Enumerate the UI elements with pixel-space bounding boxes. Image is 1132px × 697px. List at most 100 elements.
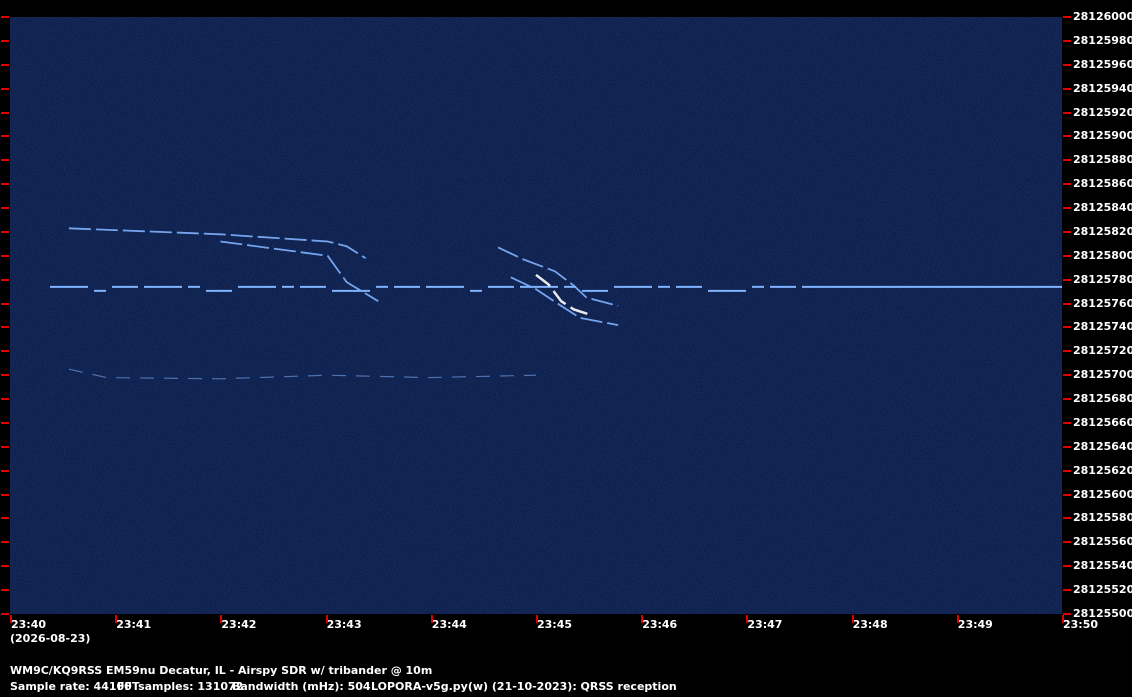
sample-rate-label: Sample rate: 44100 — [10, 680, 132, 693]
time-tick-mark — [956, 615, 959, 623]
frequency-tick-label: 28125840 — [1073, 201, 1132, 215]
time-tick-label: 23:44 — [431, 618, 467, 631]
frequency-tick-label: 28126000 — [1073, 10, 1132, 23]
frequency-tick-mark — [1, 374, 9, 377]
frequency-tick-mark — [1063, 278, 1071, 281]
frequency-tick-label: 28125520 — [1073, 583, 1132, 597]
time-tick-mark — [1062, 615, 1064, 623]
frequency-tick-mark — [1, 613, 9, 615]
frequency-tick-mark — [1063, 493, 1071, 496]
frequency-tick-mark — [1, 135, 9, 138]
time-tick-mark — [220, 615, 223, 623]
frequency-tick-mark — [1063, 517, 1071, 520]
frequency-tick-label: 28125540 — [1073, 559, 1132, 573]
frequency-tick-label: 28125920 — [1073, 105, 1132, 119]
frequency-tick-mark — [1063, 254, 1071, 257]
frequency-tick-mark — [1, 111, 9, 114]
time-tick-label: 23:43 — [326, 618, 362, 631]
frequency-tick-mark — [1, 87, 9, 90]
frequency-tick-label: 28125980 — [1073, 33, 1132, 47]
frequency-tick-label: 28125740 — [1073, 320, 1132, 334]
frequency-tick-label: 28125680 — [1073, 392, 1132, 406]
frequency-tick-mark — [1, 183, 9, 186]
time-tick-label: 23:48 — [852, 618, 888, 631]
time-tick-mark — [536, 615, 538, 623]
frequency-tick-mark — [1, 326, 9, 329]
frequency-tick-mark — [1063, 16, 1071, 18]
frequency-tick-mark — [1063, 374, 1071, 377]
frequency-tick-mark — [1063, 87, 1071, 90]
frequency-tick-mark — [1, 421, 9, 424]
frequency-tick-mark — [1, 302, 9, 305]
waterfall-svg — [10, 17, 1062, 614]
frequency-tick-mark — [1, 230, 9, 233]
time-tick-label: 23:49 — [957, 618, 993, 631]
frequency-tick-mark — [1063, 302, 1071, 305]
frequency-tick-mark — [1063, 613, 1071, 615]
frequency-tick-mark — [1, 541, 9, 544]
frequency-tick-mark — [1, 589, 9, 592]
time-tick-mark — [851, 615, 854, 623]
frequency-tick-mark — [1063, 398, 1071, 401]
time-tick-label: 23:45 — [537, 618, 573, 631]
time-tick-label: 23:40 — [11, 618, 47, 631]
frequency-tick-mark — [1063, 541, 1071, 544]
frequency-tick-label: 28125580 — [1073, 511, 1132, 525]
frequency-tick-mark — [1063, 230, 1071, 233]
frequency-tick-label: 28125800 — [1073, 248, 1132, 262]
frequency-tick-mark — [1063, 159, 1071, 162]
bandwidth-label: Bandwidth (mHz): 504 — [232, 680, 371, 693]
frequency-tick-label: 28125700 — [1073, 368, 1132, 382]
frequency-tick-mark — [1, 254, 9, 257]
frequency-tick-mark — [1, 39, 9, 42]
waterfall-noise — [10, 17, 1062, 614]
frequency-tick-label: 28125720 — [1073, 344, 1132, 358]
frequency-tick-mark — [1063, 183, 1071, 186]
frequency-tick-label: 28125880 — [1073, 153, 1132, 167]
waterfall-plot — [10, 17, 1062, 614]
frequency-tick-label: 28125560 — [1073, 535, 1132, 549]
frequency-tick-mark — [1063, 350, 1071, 353]
frequency-tick-label: 28125600 — [1073, 487, 1132, 501]
frequency-tick-mark — [1, 278, 9, 281]
frequency-tick-mark — [1, 350, 9, 353]
frequency-tick-mark — [1063, 445, 1071, 448]
fft-samples-label: FFTsamples: 131072 — [117, 680, 244, 693]
frequency-tick-mark — [1063, 207, 1071, 210]
frequency-tick-mark — [1, 207, 9, 210]
time-tick-mark — [746, 615, 749, 623]
frequency-tick-label: 28125780 — [1073, 272, 1132, 286]
time-tick-label: 23:41 — [116, 618, 152, 631]
frequency-tick-mark — [1063, 469, 1071, 472]
frequency-tick-mark — [1063, 63, 1071, 66]
frequency-tick-mark — [1, 63, 9, 66]
frequency-tick-label: 28125660 — [1073, 415, 1132, 429]
frequency-tick-mark — [1063, 135, 1071, 138]
station-title: WM9C/KQ9RSS EM59nu Decatur, IL - Airspy … — [10, 664, 433, 677]
frequency-tick-mark — [1063, 111, 1071, 114]
frequency-tick-label: 28125620 — [1073, 463, 1132, 477]
time-tick-mark — [430, 615, 433, 623]
frequency-tick-label: 28125860 — [1073, 177, 1132, 191]
frequency-tick-mark — [1, 16, 9, 18]
frequency-tick-mark — [1, 517, 9, 520]
time-tick-label: 23:50 — [1063, 618, 1099, 631]
time-tick-mark — [115, 615, 118, 623]
frequency-tick-mark — [1, 445, 9, 448]
date-label: (2026-08-23) — [10, 632, 91, 645]
frequency-tick-label: 28125760 — [1073, 296, 1132, 310]
frequency-tick-label: 28125820 — [1073, 224, 1132, 238]
frequency-tick-mark — [1063, 39, 1071, 42]
frequency-tick-label: 28125960 — [1073, 57, 1132, 71]
frequency-tick-mark — [1063, 326, 1071, 329]
frequency-tick-mark — [1063, 565, 1071, 568]
time-tick-mark — [10, 615, 12, 623]
frequency-tick-mark — [1, 493, 9, 496]
software-label: LOPORA-v5g.py(w) (21-10-2023): QRSS rece… — [371, 680, 677, 693]
time-tick-label: 23:47 — [747, 618, 783, 631]
frequency-tick-mark — [1063, 421, 1071, 424]
frequency-tick-mark — [1063, 589, 1071, 592]
time-tick-label: 23:42 — [221, 618, 257, 631]
frequency-tick-mark — [1, 565, 9, 568]
frequency-tick-mark — [1, 159, 9, 162]
